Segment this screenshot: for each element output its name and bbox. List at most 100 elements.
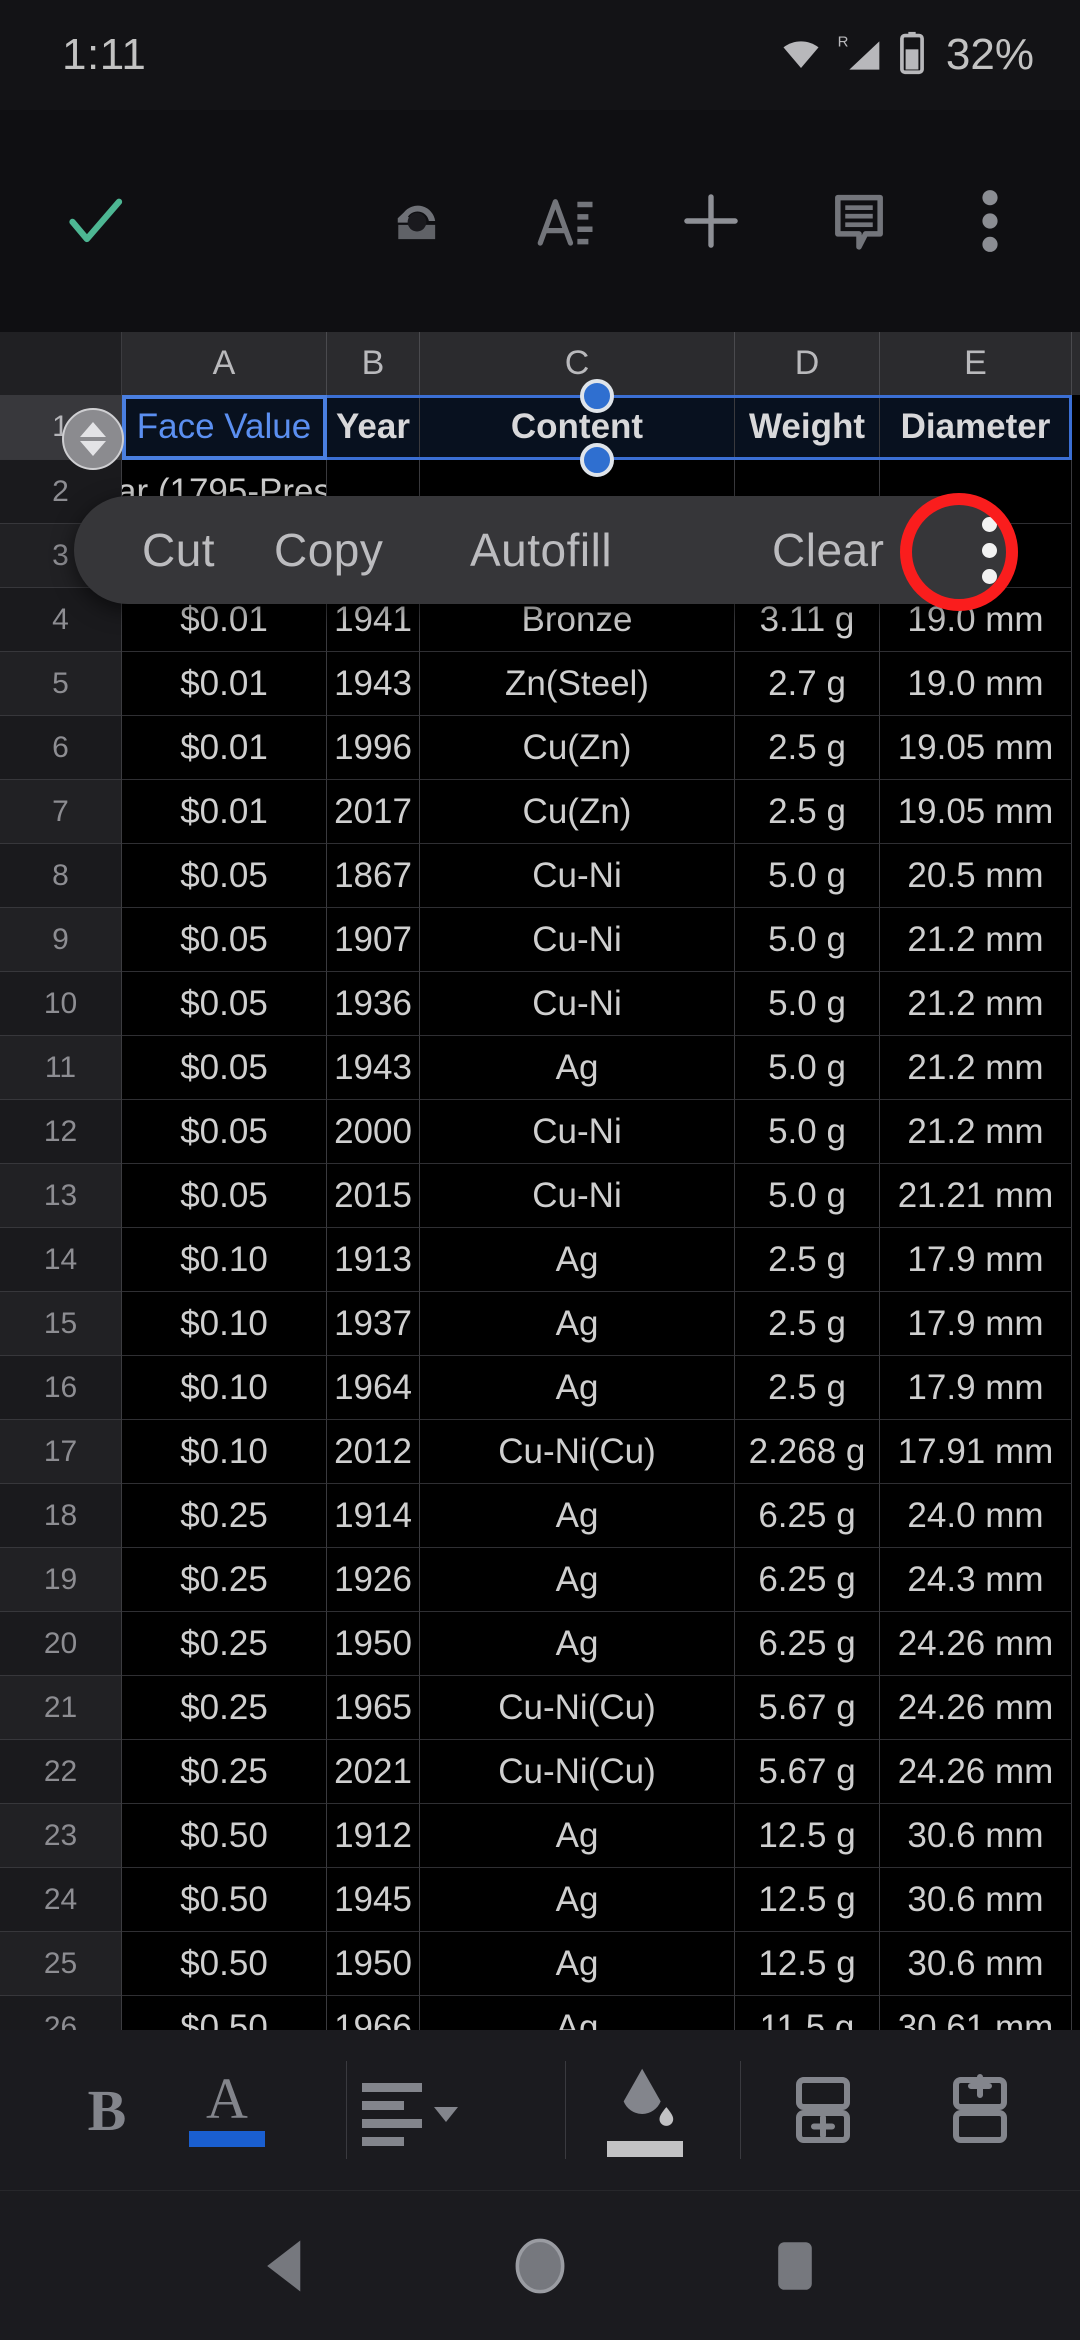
cell-b13[interactable]: 2015 xyxy=(327,1164,420,1228)
cell-a20[interactable]: $0.25 xyxy=(122,1612,327,1676)
column-header-b[interactable]: B xyxy=(327,332,420,395)
cell-e7[interactable]: 19.05 mm xyxy=(880,780,1072,844)
cell-b7[interactable]: 2017 xyxy=(327,780,420,844)
row-number-23[interactable]: 23 xyxy=(0,1804,122,1868)
row-number-19[interactable]: 19 xyxy=(0,1548,122,1612)
cell-e10[interactable]: 21.2 mm xyxy=(880,972,1072,1036)
table-row[interactable]: 21 $0.25 1965 Cu-Ni(Cu) 5.67 g 24.26 mm xyxy=(0,1676,1080,1740)
table-row[interactable]: 16 $0.10 1964 Ag 2.5 g 17.9 mm xyxy=(0,1356,1080,1420)
cell-a12[interactable]: $0.05 xyxy=(122,1100,327,1164)
cell-c10[interactable]: Cu-Ni xyxy=(420,972,735,1036)
cell-b18[interactable]: 1914 xyxy=(327,1484,420,1548)
context-menu-overflow-icon[interactable] xyxy=(967,513,1011,587)
cell-a15[interactable]: $0.10 xyxy=(122,1292,327,1356)
cell-c8[interactable]: Cu-Ni xyxy=(420,844,735,908)
cell-d1[interactable]: Weight xyxy=(735,395,880,459)
cell-c26[interactable]: Ag xyxy=(420,1996,735,2030)
row-number-14[interactable]: 14 xyxy=(0,1228,122,1292)
row-resize-handle[interactable] xyxy=(62,408,124,470)
cell-b11[interactable]: 1943 xyxy=(327,1036,420,1100)
row-number-24[interactable]: 24 xyxy=(0,1868,122,1932)
cell-e5[interactable]: 19.0 mm xyxy=(880,652,1072,716)
cell-c14[interactable]: Ag xyxy=(420,1228,735,1292)
cell-d17[interactable]: 2.268 g xyxy=(735,1420,880,1484)
cell-b26[interactable]: 1966 xyxy=(327,1996,420,2030)
cell-d9[interactable]: 5.0 g xyxy=(735,908,880,972)
row-number-22[interactable]: 22 xyxy=(0,1740,122,1804)
cell-c15[interactable]: Ag xyxy=(420,1292,735,1356)
cell-c24[interactable]: Ag xyxy=(420,1868,735,1932)
cell-a10[interactable]: $0.05 xyxy=(122,972,327,1036)
cell-a9[interactable]: $0.05 xyxy=(122,908,327,972)
cell-b15[interactable]: 1937 xyxy=(327,1292,420,1356)
table-row[interactable]: 15 $0.10 1937 Ag 2.5 g 17.9 mm xyxy=(0,1292,1080,1356)
cell-d24[interactable]: 12.5 g xyxy=(735,1868,880,1932)
context-menu-cut[interactable]: Cut xyxy=(142,523,215,577)
bold-icon[interactable]: B xyxy=(52,2055,162,2165)
nav-home-icon[interactable] xyxy=(490,2216,590,2316)
select-all-corner[interactable] xyxy=(0,332,122,395)
cell-d23[interactable]: 12.5 g xyxy=(735,1804,880,1868)
table-row[interactable]: 24 $0.50 1945 Ag 12.5 g 30.6 mm xyxy=(0,1868,1080,1932)
cell-d12[interactable]: 5.0 g xyxy=(735,1100,880,1164)
cell-a17[interactable]: $0.10 xyxy=(122,1420,327,1484)
cell-e6[interactable]: 19.05 mm xyxy=(880,716,1072,780)
cell-c6[interactable]: Cu(Zn) xyxy=(420,716,735,780)
column-header-d[interactable]: D xyxy=(735,332,880,395)
cell-c5[interactable]: Zn(Steel) xyxy=(420,652,735,716)
table-row[interactable]: 14 $0.10 1913 Ag 2.5 g 17.9 mm xyxy=(0,1228,1080,1292)
cell-e25[interactable]: 30.6 mm xyxy=(880,1932,1072,1996)
cell-c25[interactable]: Ag xyxy=(420,1932,735,1996)
cell-d15[interactable]: 2.5 g xyxy=(735,1292,880,1356)
row-number-15[interactable]: 15 xyxy=(0,1292,122,1356)
cell-d6[interactable]: 2.5 g xyxy=(735,716,880,780)
cell-c21[interactable]: Cu-Ni(Cu) xyxy=(420,1676,735,1740)
row-number-17[interactable]: 17 xyxy=(0,1420,122,1484)
table-row[interactable]: 20 $0.25 1950 Ag 6.25 g 24.26 mm xyxy=(0,1612,1080,1676)
cell-a14[interactable]: $0.10 xyxy=(122,1228,327,1292)
cell-a26[interactable]: $0.50 xyxy=(122,1996,327,2030)
row-number-13[interactable]: 13 xyxy=(0,1164,122,1228)
cell-b25[interactable]: 1950 xyxy=(327,1932,420,1996)
cell-a25[interactable]: $0.50 xyxy=(122,1932,327,1996)
cell-d19[interactable]: 6.25 g xyxy=(735,1548,880,1612)
cell-d18[interactable]: 6.25 g xyxy=(735,1484,880,1548)
cell-a8[interactable]: $0.05 xyxy=(122,844,327,908)
cell-b24[interactable]: 1945 xyxy=(327,1868,420,1932)
cell-e23[interactable]: 30.6 mm xyxy=(880,1804,1072,1868)
table-header-row[interactable]: 1 Face Value Year Content Weight Diamete… xyxy=(0,395,1080,460)
cell-a21[interactable]: $0.25 xyxy=(122,1676,327,1740)
cell-a19[interactable]: $0.25 xyxy=(122,1548,327,1612)
cell-e16[interactable]: 17.9 mm xyxy=(880,1356,1072,1420)
cell-c1[interactable]: Content xyxy=(420,395,735,459)
cell-c7[interactable]: Cu(Zn) xyxy=(420,780,735,844)
nav-recents-icon[interactable] xyxy=(745,2216,845,2316)
cell-b9[interactable]: 1907 xyxy=(327,908,420,972)
cell-c12[interactable]: Cu-Ni xyxy=(420,1100,735,1164)
cell-d10[interactable]: 5.0 g xyxy=(735,972,880,1036)
cell-c11[interactable]: Ag xyxy=(420,1036,735,1100)
done-check-icon[interactable] xyxy=(52,178,138,264)
cell-d14[interactable]: 2.5 g xyxy=(735,1228,880,1292)
cell-b22[interactable]: 2021 xyxy=(327,1740,420,1804)
cell-a23[interactable]: $0.50 xyxy=(122,1804,327,1868)
cell-c9[interactable]: Cu-Ni xyxy=(420,908,735,972)
context-menu-clear[interactable]: Clear xyxy=(772,523,884,577)
cell-e1[interactable]: Diameter xyxy=(880,395,1072,459)
cell-a13[interactable]: $0.05 xyxy=(122,1164,327,1228)
fill-color-icon[interactable] xyxy=(590,2055,700,2165)
row-number-18[interactable]: 18 xyxy=(0,1484,122,1548)
cell-a1[interactable]: Face Value xyxy=(122,395,327,459)
row-number-26[interactable]: 26 xyxy=(0,1996,122,2030)
cell-e13[interactable]: 21.21 mm xyxy=(880,1164,1072,1228)
cell-context-menu[interactable]: Cut Copy Autofill Clear xyxy=(74,496,1010,604)
column-header-a[interactable]: A xyxy=(122,332,327,395)
cell-e24[interactable]: 30.6 mm xyxy=(880,1868,1072,1932)
row-number-12[interactable]: 12 xyxy=(0,1100,122,1164)
cell-b1[interactable]: Year xyxy=(327,395,420,459)
row-number-7[interactable]: 7 xyxy=(0,780,122,844)
cell-b10[interactable]: 1936 xyxy=(327,972,420,1036)
cell-c19[interactable]: Ag xyxy=(420,1548,735,1612)
table-row[interactable]: 25 $0.50 1950 Ag 12.5 g 30.6 mm xyxy=(0,1932,1080,1996)
cell-a7[interactable]: $0.01 xyxy=(122,780,327,844)
